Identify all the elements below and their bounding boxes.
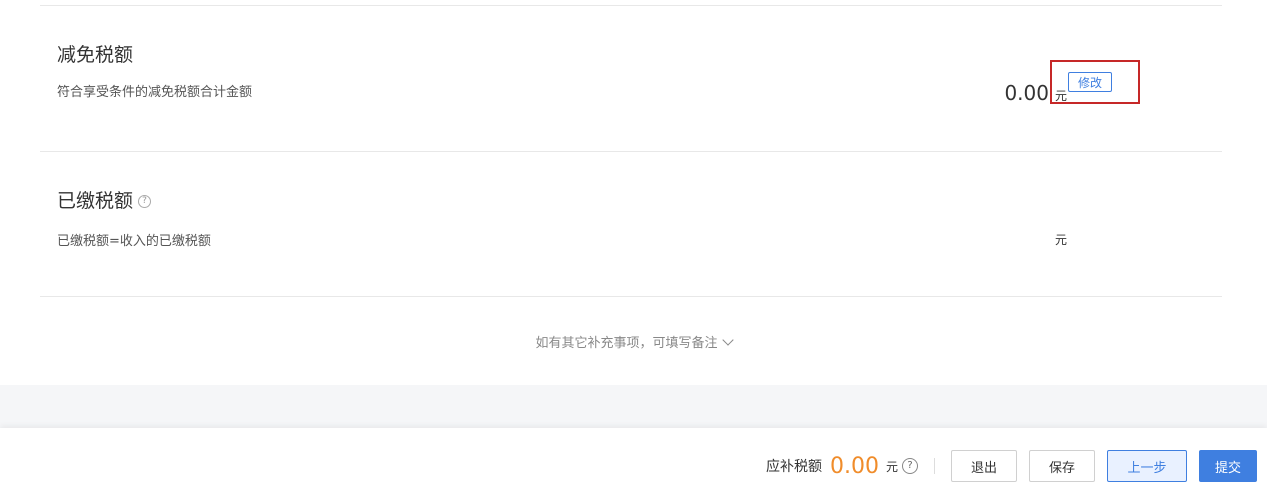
help-icon[interactable]: ? (138, 194, 152, 208)
amount-due-value: 0.00 (830, 453, 879, 479)
edit-tax-reduction-button[interactable]: 修改 (1068, 72, 1112, 92)
tax-reduction-amount-value: 0.00 (1004, 81, 1049, 105)
tax-paid-row: 已缴税额 ? 已缴税额=收入的已缴税额 元 (40, 151, 1222, 297)
divider (934, 458, 935, 474)
tax-paid-title: 已缴税额 ? (57, 186, 152, 213)
chevron-down-icon (721, 334, 734, 346)
tax-reduction-title-text: 减免税额 (57, 44, 134, 66)
save-button[interactable]: 保存 (1029, 450, 1095, 482)
submit-button[interactable]: 提交 (1199, 450, 1257, 482)
tax-summary-card: 减免税额 符合享受条件的减免税额合计金额 0.00 元 修改 已缴税额 ? 已缴税… (0, 0, 1267, 385)
tax-paid-unit: 元 (1054, 233, 1067, 247)
help-icon[interactable]: ? (902, 458, 918, 474)
amount-due-label: 应补税额 (766, 459, 822, 475)
tax-reduction-row: 减免税额 符合享受条件的减免税额合计金额 0.00 元 (40, 6, 1222, 152)
amount-due-unit: 元 (885, 459, 898, 474)
footer-bar: 应补税额 0.00 元 ? 退出 保存 上一步 提交 (0, 428, 1267, 496)
exit-button[interactable]: 退出 (951, 450, 1017, 482)
remark-toggle[interactable]: 如有其它补充事项，可填写备注 (0, 332, 1267, 351)
remark-toggle-label: 如有其它补充事项，可填写备注 (535, 336, 718, 351)
footer-actions: 应补税额 0.00 元 ? 退出 保存 上一步 提交 (766, 449, 1257, 483)
page: 减免税额 符合享受条件的减免税额合计金额 0.00 元 修改 已缴税额 ? 已缴税… (0, 0, 1267, 496)
tax-paid-description: 已缴税额=收入的已缴税额 (57, 234, 211, 249)
previous-step-button[interactable]: 上一步 (1107, 450, 1187, 482)
tax-reduction-description: 符合享受条件的减免税额合计金额 (57, 85, 253, 100)
tax-paid-title-text: 已缴税额 (57, 190, 134, 212)
tax-reduction-title: 减免税额 (57, 40, 133, 67)
